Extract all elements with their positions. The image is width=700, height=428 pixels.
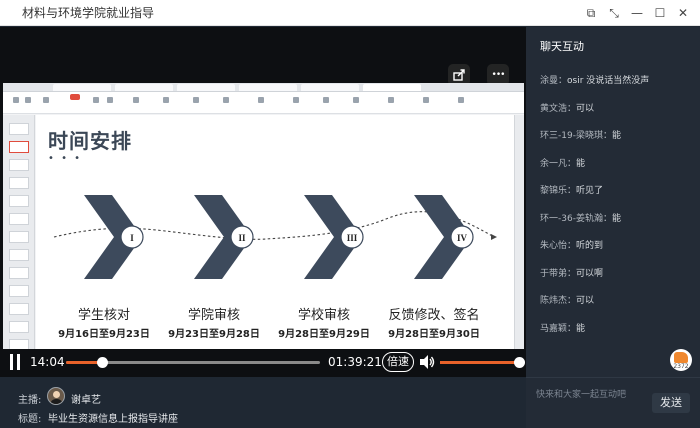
chevron-2: II <box>194 195 254 279</box>
chat-message: 黄文浩：可以 <box>540 101 594 114</box>
current-time: 14:04 <box>30 355 65 369</box>
chat-message-user: 黄文浩： <box>540 103 577 114</box>
total-time: 01:39:21 <box>328 355 382 369</box>
svg-text:I: I <box>130 233 134 243</box>
chat-message-text: 听见了 <box>576 186 604 196</box>
chat-message-text: 可以啊 <box>576 268 604 279</box>
chat-message-text: 可以 <box>576 103 595 114</box>
progress-handle[interactable] <box>96 357 108 368</box>
app-ribbon <box>3 92 524 114</box>
svg-text:IV: IV <box>457 233 468 243</box>
host-label: 主播: <box>18 395 42 406</box>
maximize-icon[interactable]: ☐ <box>651 4 669 22</box>
chat-message-text: 可以 <box>576 296 595 306</box>
chat-message-text: 能 <box>576 158 586 169</box>
like-count: 2372 <box>673 363 689 370</box>
chevron-3: III <box>304 195 364 279</box>
chat-message-text: osir 没说话当然没声 <box>567 76 650 86</box>
app-side-toolbar <box>514 115 524 365</box>
chat-message: 陈炜杰：可以 <box>540 293 594 306</box>
pip-icon[interactable]: ⧉ <box>582 4 600 22</box>
thumbs-up-icon <box>674 352 688 363</box>
step-1-dates: 9月16日至9月23日 <box>58 329 150 340</box>
step-2-label: 学院审核 <box>187 308 240 323</box>
chat-input[interactable]: 快来和大家一起互动吧 <box>536 387 626 400</box>
minimize-icon[interactable]: — <box>628 4 646 22</box>
chat-message-user: 环三-19-梁晓琪： <box>540 131 612 141</box>
chat-message-user: 于带弟： <box>540 268 577 279</box>
like-button[interactable]: 2372 <box>670 349 692 371</box>
chat-message: 黎锦乐：听见了 <box>540 183 603 196</box>
step-3-label: 学校审核 <box>297 308 350 323</box>
chat-message-user: 马嘉颖： <box>540 323 577 334</box>
chevron-4: IV <box>414 195 474 279</box>
chat-panel: 聊天互动 涂曼：osir 没说话当然没声 黄文浩：可以 环三-19-梁晓琪：能 余一凡… <box>526 27 700 428</box>
chat-message-text: 能 <box>611 131 621 141</box>
close-icon[interactable]: ✕ <box>674 4 692 22</box>
chat-message-user: 朱心怡： <box>540 241 577 251</box>
topic-label: 标题: <box>18 414 42 425</box>
chat-message-text: 听的到 <box>576 241 604 251</box>
slide-canvas: 时间安排 • • • I II III IV 学生核对 9月16日至9月23日 … <box>36 115 514 365</box>
send-button[interactable]: 发送 <box>652 393 690 413</box>
slide-thumbnails <box>3 115 35 365</box>
svg-text:II: II <box>238 233 246 243</box>
host-avatar <box>47 387 65 405</box>
volume-slider[interactable] <box>440 357 525 368</box>
window-title: 材料与环境学院就业指导 <box>22 6 155 20</box>
progress-bar[interactable] <box>66 357 320 368</box>
chat-message: 马嘉颖：能 <box>540 321 585 334</box>
chat-header: 聊天互动 <box>540 40 584 53</box>
chat-message: 环一-36-姜轨瀚：能 <box>540 211 621 224</box>
step-2-dates: 9月23日至9月28日 <box>168 329 260 340</box>
stream-info: 主播: 谢卓艺 标题: 毕业生资源信息上报指导讲座 <box>0 377 526 428</box>
player-controls: 14:04 01:39:21 倍速 <box>0 349 526 377</box>
fullscreen-icon[interactable]: ⤡ <box>605 4 623 22</box>
app-tab-strip <box>3 83 524 92</box>
step-1-label: 学生核对 <box>77 308 130 323</box>
chat-message: 涂曼：osir 没说话当然没声 <box>540 73 649 86</box>
shared-screen: 时间安排 • • • I II III IV 学生核对 9月16日至9月23日 … <box>3 83 524 374</box>
chat-message: 余一凡：能 <box>540 156 585 169</box>
chat-message-user: 环一-36-姜轨瀚： <box>540 213 612 224</box>
chat-message: 环三-19-梁晓琪：能 <box>540 128 621 141</box>
volume-fill <box>440 361 520 364</box>
volume-handle[interactable] <box>514 357 525 368</box>
step-3-dates: 9月28日至9月29日 <box>278 329 370 340</box>
svg-text:III: III <box>347 233 358 243</box>
topic-text: 毕业生资源信息上报指导讲座 <box>48 414 178 425</box>
chat-message-user: 余一凡： <box>540 158 577 169</box>
speed-button[interactable]: 倍速 <box>382 352 414 372</box>
chat-message-user: 黎锦乐： <box>540 186 577 196</box>
pause-icon[interactable] <box>8 354 22 370</box>
chat-message-text: 能 <box>576 323 586 334</box>
chevron-1: I <box>84 195 144 279</box>
video-player[interactable]: ••• 时间安排 • • • I II III IV 学生核对 9月16日至9月… <box>0 27 526 377</box>
host-name: 谢卓艺 <box>71 395 101 406</box>
step-4-label: 反馈修改、签名 <box>388 308 480 323</box>
step-4-dates: 9月28日至9月30日 <box>388 329 480 340</box>
chat-message-user: 陈炜杰： <box>540 296 577 306</box>
chat-message-text: 能 <box>611 213 621 224</box>
chat-message: 朱心怡：听的到 <box>540 238 603 251</box>
chat-message: 于带弟：可以啊 <box>540 266 603 279</box>
title-bar: 材料与环境学院就业指导 ⧉ ⤡ — ☐ ✕ <box>0 0 700 26</box>
volume-icon[interactable] <box>418 353 436 371</box>
chat-message-user: 涂曼： <box>540 76 568 86</box>
